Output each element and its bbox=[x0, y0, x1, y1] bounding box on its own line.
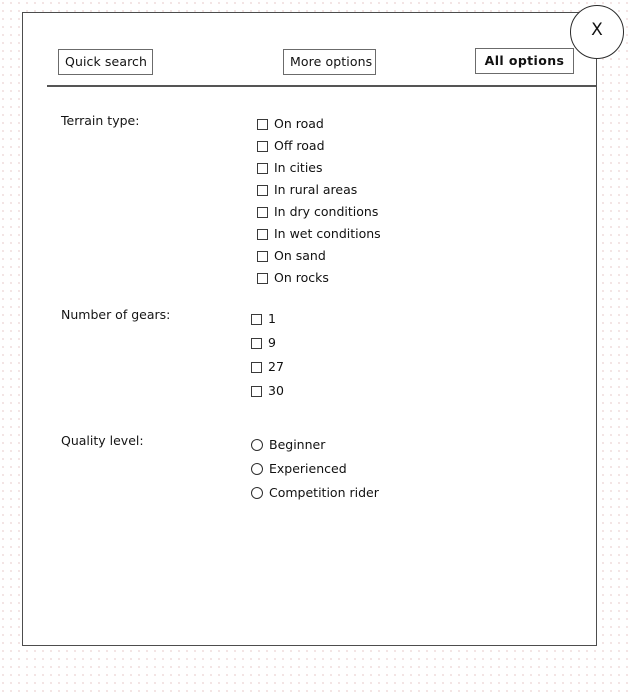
radio-experienced[interactable] bbox=[251, 463, 263, 475]
checkbox-on-sand[interactable] bbox=[257, 250, 268, 262]
tab-more-options[interactable]: More options bbox=[283, 49, 376, 75]
checkbox-in-dry-conditions[interactable] bbox=[257, 206, 268, 218]
option-row-in-cities[interactable]: In cities bbox=[257, 157, 381, 179]
number-of-gears-option-list: 1 9 27 30 bbox=[251, 307, 284, 403]
radio-beginner[interactable] bbox=[251, 439, 263, 451]
group-label-terrain-type: Terrain type: bbox=[61, 113, 140, 128]
option-label-gears-1: 1 bbox=[268, 310, 276, 326]
option-label-competition-rider: Competition rider bbox=[269, 484, 379, 500]
option-label-in-rural-areas: In rural areas bbox=[274, 181, 358, 197]
checkbox-off-road[interactable] bbox=[257, 140, 268, 152]
option-label-in-cities: In cities bbox=[274, 159, 323, 175]
options-dialog-panel: Quick search More options All options Te… bbox=[22, 12, 597, 646]
checkbox-on-rocks[interactable] bbox=[257, 272, 268, 284]
checkbox-in-cities[interactable] bbox=[257, 162, 268, 174]
option-label-gears-27: 27 bbox=[268, 358, 284, 374]
group-label-quality-level: Quality level: bbox=[61, 433, 144, 448]
option-row-on-rocks[interactable]: On rocks bbox=[257, 267, 381, 289]
option-row-beginner[interactable]: Beginner bbox=[251, 433, 379, 457]
header-divider bbox=[47, 85, 596, 87]
option-row-competition-rider[interactable]: Competition rider bbox=[251, 481, 379, 505]
option-label-off-road: Off road bbox=[274, 137, 325, 153]
option-row-gears-9[interactable]: 9 bbox=[251, 331, 284, 355]
checkbox-on-road[interactable] bbox=[257, 118, 268, 130]
option-label-in-wet-conditions: In wet conditions bbox=[274, 225, 381, 241]
option-label-on-sand: On sand bbox=[274, 247, 326, 263]
option-label-beginner: Beginner bbox=[269, 436, 326, 452]
radio-competition-rider[interactable] bbox=[251, 487, 263, 499]
option-label-in-dry-conditions: In dry conditions bbox=[274, 203, 379, 219]
checkbox-gears-27[interactable] bbox=[251, 361, 262, 373]
option-row-gears-30[interactable]: 30 bbox=[251, 379, 284, 403]
option-row-on-road[interactable]: On road bbox=[257, 113, 381, 135]
option-row-off-road[interactable]: Off road bbox=[257, 135, 381, 157]
option-label-experienced: Experienced bbox=[269, 460, 347, 476]
checkbox-in-wet-conditions[interactable] bbox=[257, 228, 268, 240]
checkbox-in-rural-areas[interactable] bbox=[257, 184, 268, 196]
option-label-gears-30: 30 bbox=[268, 382, 284, 398]
option-row-in-rural-areas[interactable]: In rural areas bbox=[257, 179, 381, 201]
checkbox-gears-30[interactable] bbox=[251, 385, 262, 397]
option-label-gears-9: 9 bbox=[268, 334, 276, 350]
quality-level-option-list: Beginner Experienced Competition rider bbox=[251, 433, 379, 505]
option-row-on-sand[interactable]: On sand bbox=[257, 245, 381, 267]
option-row-gears-27[interactable]: 27 bbox=[251, 355, 284, 379]
option-label-on-road: On road bbox=[274, 115, 324, 131]
close-icon[interactable]: X bbox=[570, 5, 624, 59]
checkbox-gears-9[interactable] bbox=[251, 337, 262, 349]
tab-all-options[interactable]: All options bbox=[475, 48, 574, 74]
tab-quick-search[interactable]: Quick search bbox=[58, 49, 153, 75]
option-row-in-wet-conditions[interactable]: In wet conditions bbox=[257, 223, 381, 245]
option-row-in-dry-conditions[interactable]: In dry conditions bbox=[257, 201, 381, 223]
option-row-experienced[interactable]: Experienced bbox=[251, 457, 379, 481]
checkbox-gears-1[interactable] bbox=[251, 313, 262, 325]
terrain-type-option-list: On road Off road In cities In rural area… bbox=[257, 113, 381, 289]
option-row-gears-1[interactable]: 1 bbox=[251, 307, 284, 331]
group-label-number-of-gears: Number of gears: bbox=[61, 307, 171, 322]
option-label-on-rocks: On rocks bbox=[274, 269, 329, 285]
